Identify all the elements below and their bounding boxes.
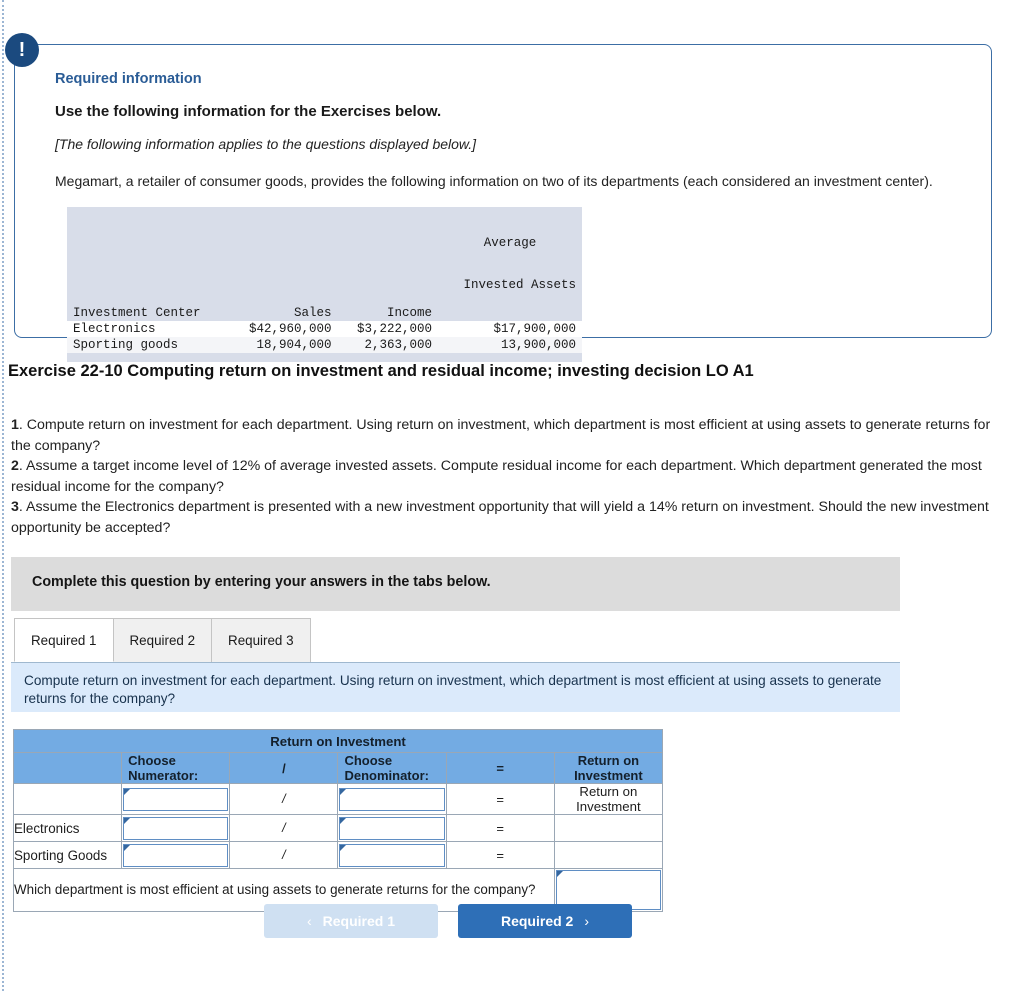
answer-table-title-row: Return on Investment [13,729,663,753]
tab-required-3[interactable]: Required 3 [211,618,311,662]
row-label-blank [12,783,123,815]
requirement-2-text: . Assume a target income level of 12% of… [11,458,982,495]
instruction-band: Complete this question by entering your … [11,557,900,611]
row-center-name: Sporting goods [67,336,229,353]
answer-table-header-row: Choose Numerator: / Choose Denominator: … [12,752,664,784]
next-required-button[interactable]: Required 2 › [458,904,632,938]
header-choose-numerator: Choose Numerator: [121,752,231,784]
tab-required-3-label: Required 3 [228,633,294,648]
denominator-dropzone-formula[interactable] [337,783,447,815]
page-left-edge [2,0,4,991]
requirement-1: 1. Compute return on investment for each… [11,415,999,456]
row-sales: 18,904,000 [228,336,338,353]
denominator-dropzone-inner[interactable] [339,787,445,811]
row-label-sporting-goods: Sporting Goods [12,841,123,869]
table-footer-bar [67,352,582,362]
denominator-dropzone-inner[interactable] [339,843,445,867]
numerator-dropzone-electronics[interactable] [121,814,231,842]
table-row: Electronics $42,960,000 $3,222,000 $17,9… [67,320,582,337]
required-information-box: Required information Use the following i… [14,44,992,362]
requirement-1-number: 1 [11,417,19,433]
footer-bar-cell [67,352,582,362]
exclamation-icon: ! [5,33,39,67]
header-average-top: Average [483,235,537,250]
return-on-investment-answer-table: Return on Investment Choose Numerator: /… [12,729,664,912]
header-return-on-investment: Return on Investment [553,752,664,784]
info-intro-paragraph: Megamart, a retailer of consumer goods, … [55,173,933,189]
required-information-label: Required information [55,71,202,87]
equals-sign: = [445,841,555,869]
answer-row-sporting-goods: Sporting Goods / = [12,841,664,869]
requirement-1-text: . Compute return on investment for each … [11,417,991,454]
chevron-left-icon: ‹ [306,913,312,929]
header-invested-assets-bottom: Invested Assets [463,277,576,292]
row-avg-invested-assets: 13,900,000 [438,336,582,353]
requirement-3: 3. Assume the Electronics department is … [11,497,999,538]
requirement-3-text: . Assume the Electronics department is p… [11,499,989,536]
instruction-band-text: Complete this question by entering your … [32,574,491,590]
table-header-row: Investment Center Sales Income Average I… [67,206,582,321]
slash-divider: / [229,814,339,842]
equals-sign: = [445,783,555,815]
footer-navigation: ‹ Required 1 Required 2 › [264,904,632,938]
chevron-right-icon: › [584,913,590,929]
next-required-label: Required 2 [500,913,574,929]
header-income: Income [337,206,439,321]
previous-required-label: Required 1 [322,913,396,929]
row-income: $3,222,000 [337,320,439,337]
tab-required-1[interactable]: Required 1 [14,618,114,662]
active-tab-question-band: Compute return on investment for each de… [11,662,900,712]
active-tab-question-text: Compute return on investment for each de… [24,673,882,707]
numerator-dropzone-inner[interactable] [123,843,229,867]
tab-required-2-label: Required 2 [129,633,196,648]
header-average-invested-assets: Average Invested Assets [438,206,582,321]
header-blank [12,752,123,784]
denominator-dropzone-inner[interactable] [339,816,445,840]
table-row: Sporting goods 18,904,000 2,363,000 13,9… [67,336,582,353]
tab-required-1-label: Required 1 [31,632,97,648]
result-sporting-goods [553,841,664,869]
numerator-dropzone-sporting-goods[interactable] [121,841,231,869]
page-title: Exercise 22-10 Computing return on inves… [8,362,754,380]
numerator-dropzone-inner[interactable] [123,787,229,811]
denominator-dropzone-sporting-goods[interactable] [337,841,447,869]
row-center-name: Electronics [67,320,229,337]
row-label-electronics: Electronics [12,814,123,842]
row-avg-invested-assets: $17,900,000 [438,320,582,337]
denominator-dropzone-electronics[interactable] [337,814,447,842]
exercise-requirements-list: 1. Compute return on investment for each… [11,415,999,539]
requirement-2-number: 2 [11,458,19,475]
header-slash: / [229,752,339,784]
answer-table-title: Return on Investment [13,729,663,753]
numerator-dropzone-formula[interactable] [121,783,231,815]
investment-center-data-table: Investment Center Sales Income Average I… [67,206,582,362]
answer-row-formula: / = Return on Investment [12,783,664,815]
row-sales: $42,960,000 [228,320,338,337]
equals-sign: = [445,814,555,842]
header-equals: = [445,752,555,784]
tab-required-2[interactable]: Required 2 [112,618,213,662]
requirement-2: 2. Assume a target income level of 12% o… [11,456,999,497]
slash-divider: / [229,841,339,869]
requirement-3-number: 3 [11,499,19,516]
slash-divider: / [229,783,339,815]
header-sales: Sales [228,206,338,321]
header-choose-denominator: Choose Denominator: [337,752,447,784]
previous-required-button[interactable]: ‹ Required 1 [264,904,438,938]
numerator-dropzone-inner[interactable] [123,816,229,840]
result-electronics [553,814,664,842]
result-label-formula: Return on Investment [553,783,664,815]
info-heading: Use the following information for the Ex… [55,103,442,120]
info-applies-note: [The following information applies to th… [55,136,477,152]
requirement-tabs: Required 1 Required 2 Required 3 [14,618,311,662]
answer-row-electronics: Electronics / = [12,814,664,842]
row-income: 2,363,000 [337,336,439,353]
header-investment-center: Investment Center [67,206,229,321]
